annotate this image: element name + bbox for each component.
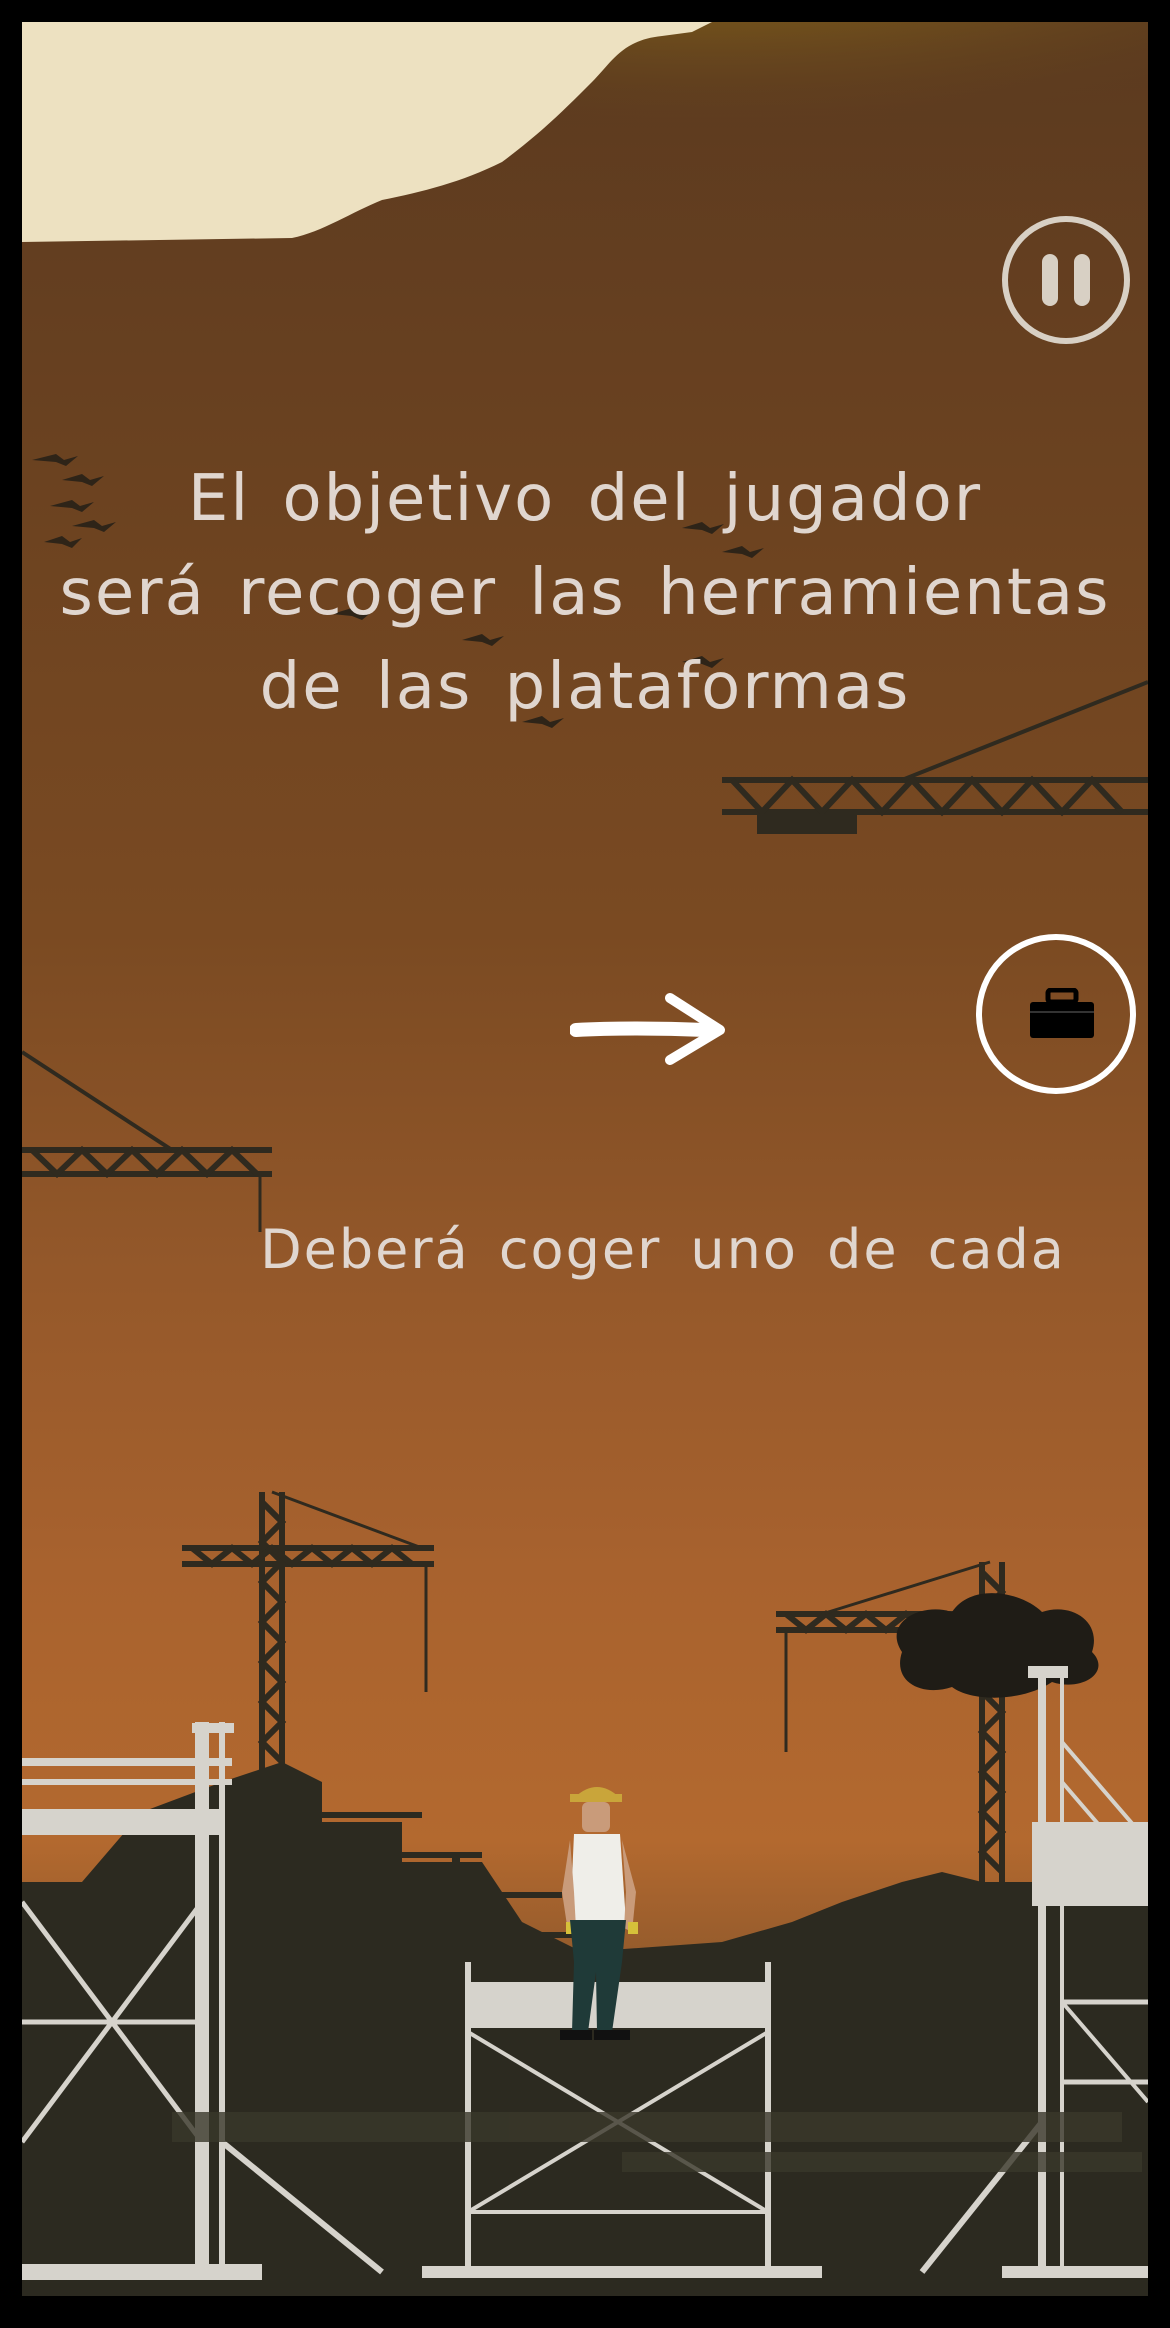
toolbox-icon [1030,988,1094,1038]
pause-button[interactable] [1002,216,1130,344]
arrow-right-icon [570,993,725,1065]
pause-icon [1074,254,1090,306]
tutorial-subtitle: Deberá coger uno de cada [260,1218,1066,1281]
game-screen: El objetivo del jugador será recoger las… [22,22,1148,2296]
construction-site-background [22,22,1148,2296]
tool-target[interactable] [976,934,1136,1094]
tutorial-title: El objetivo del jugador será recoger las… [59,462,1111,724]
smoke-cloud [896,1593,1099,1698]
crane-mid-left [22,1050,272,1232]
pause-icon [1042,254,1058,306]
